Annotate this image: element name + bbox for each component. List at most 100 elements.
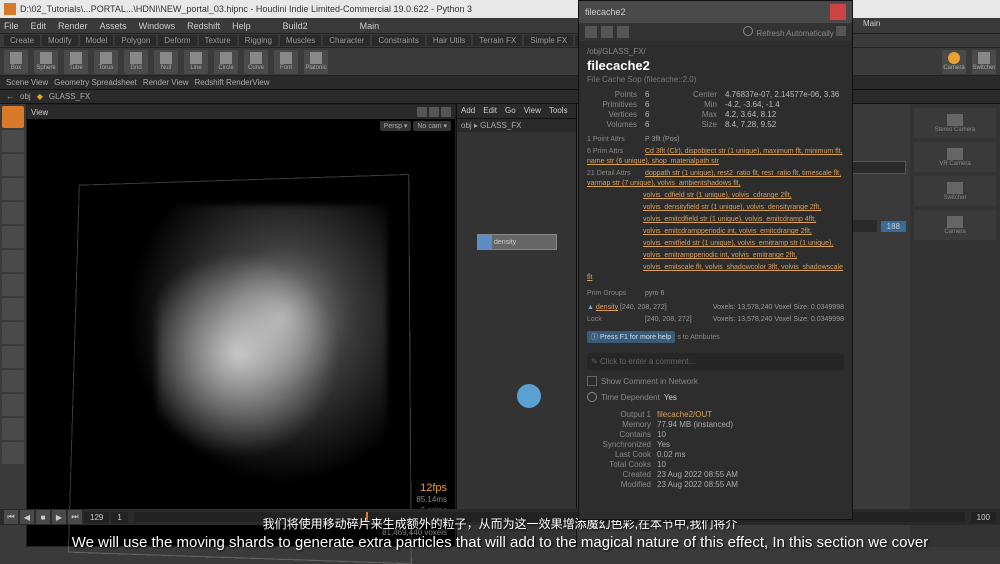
tab-rs-renderview[interactable]: Redshift RenderView bbox=[194, 78, 269, 87]
net-go[interactable]: Go bbox=[505, 106, 516, 116]
comment-input[interactable]: ✎ Click to enter a comment... bbox=[587, 353, 844, 370]
tool-misc3[interactable] bbox=[2, 418, 24, 440]
rail-camera[interactable]: Camera bbox=[914, 210, 996, 240]
shelf-font[interactable]: Font bbox=[274, 50, 298, 74]
network-path[interactable]: obj ▸ GLASS_FX bbox=[457, 118, 576, 132]
shelf-tab[interactable]: Terrain FX bbox=[473, 35, 522, 46]
shelf-tab[interactable]: Muscles bbox=[280, 35, 321, 46]
main-label[interactable]: Main bbox=[360, 21, 380, 31]
tool-misc[interactable] bbox=[2, 370, 24, 392]
shelf-torus[interactable]: Torus bbox=[94, 50, 118, 74]
pin-icon[interactable] bbox=[585, 26, 597, 38]
shelf-tab[interactable]: Create bbox=[4, 35, 40, 46]
shelf-null[interactable]: Null bbox=[154, 50, 178, 74]
rail-stereo-camera[interactable]: Stereo Camera bbox=[914, 108, 996, 138]
persp-dropdown[interactable]: Persp ▾ bbox=[380, 121, 412, 131]
desktop-selector[interactable]: Build2 bbox=[283, 21, 308, 31]
show-comment-checkbox[interactable] bbox=[587, 376, 597, 386]
nocam-dropdown[interactable]: No cam ▾ bbox=[413, 121, 451, 131]
tool-handle[interactable] bbox=[2, 226, 24, 248]
shelf-curve[interactable]: Curve bbox=[244, 50, 268, 74]
node-flag-icon[interactable] bbox=[478, 235, 492, 249]
attr-link[interactable]: volvis_emitscale flt, volvis_shadowcolor… bbox=[587, 264, 843, 281]
shelf-circle[interactable]: Circle bbox=[214, 50, 238, 74]
shelf-tab[interactable]: Hair Utils bbox=[427, 35, 471, 46]
path-obj[interactable]: obj bbox=[20, 92, 31, 101]
tool-view[interactable] bbox=[2, 250, 24, 272]
net-add[interactable]: Add bbox=[461, 106, 475, 116]
shelf-camera[interactable]: Camera bbox=[942, 50, 966, 74]
shelf-tab[interactable]: Model bbox=[80, 35, 114, 46]
tool-misc4[interactable] bbox=[2, 442, 24, 464]
output-link[interactable]: filecache2/OUT bbox=[657, 410, 712, 419]
attr-link[interactable]: volvis_emitcdfield str (1 unique), volvi… bbox=[643, 216, 816, 223]
tool-light[interactable] bbox=[2, 298, 24, 320]
menu-file[interactable]: File bbox=[4, 21, 19, 31]
tool-brush[interactable] bbox=[2, 346, 24, 368]
density-vol-link[interactable]: density bbox=[596, 304, 618, 311]
network-pane[interactable]: Add Edit Go View Tools obj ▸ GLASS_FX de… bbox=[456, 104, 576, 547]
shelf-box[interactable]: Box bbox=[4, 50, 28, 74]
tool-scale[interactable] bbox=[2, 178, 24, 200]
net-view[interactable]: View bbox=[524, 106, 541, 116]
menu-help[interactable]: Help bbox=[232, 21, 251, 31]
tool-rotate[interactable] bbox=[2, 154, 24, 176]
apptab-main[interactable]: Main bbox=[855, 18, 888, 32]
node-density[interactable]: density bbox=[477, 234, 557, 250]
help-chip[interactable]: ⓘ Press F1 for more help bbox=[587, 331, 675, 343]
shelf-tab[interactable]: Modify bbox=[42, 35, 78, 46]
tool-misc2[interactable] bbox=[2, 394, 24, 416]
shelf-tube[interactable]: Tube bbox=[64, 50, 88, 74]
net-edit[interactable]: Edit bbox=[483, 106, 497, 116]
tab-scene-view[interactable]: Scene View bbox=[6, 78, 48, 87]
shelf-grid[interactable]: Grid bbox=[124, 50, 148, 74]
attr-link[interactable]: volvis_emitrampperiodic int, volvis_emit… bbox=[643, 252, 797, 259]
tab-render-view[interactable]: Render View bbox=[143, 78, 189, 87]
shelf-sphere[interactable]: Sphere bbox=[34, 50, 58, 74]
link-icon[interactable] bbox=[617, 26, 629, 38]
path-back[interactable]: ← bbox=[6, 92, 14, 101]
menu-assets[interactable]: Assets bbox=[100, 21, 127, 31]
tool-move[interactable] bbox=[2, 130, 24, 152]
shelf-platonic[interactable]: Platonic bbox=[304, 50, 328, 74]
tool-inspect[interactable] bbox=[2, 274, 24, 296]
net-tools[interactable]: Tools bbox=[549, 106, 568, 116]
shelf-tab[interactable]: Polygon bbox=[115, 35, 156, 46]
frame-value: 188 bbox=[881, 221, 906, 232]
path-node[interactable]: GLASS_FX bbox=[49, 92, 90, 101]
attr-link[interactable]: volvis_emitcdrampperiodic int, volvis_em… bbox=[643, 228, 812, 235]
refresh-label[interactable]: Refresh Automatically bbox=[756, 29, 833, 38]
close-icon[interactable] bbox=[830, 4, 846, 20]
tool-select[interactable] bbox=[2, 106, 24, 128]
shelf-tab[interactable]: Simple FX bbox=[524, 35, 573, 46]
menu-windows[interactable]: Windows bbox=[139, 21, 176, 31]
tab-geo-spreadsheet[interactable]: Geometry Spreadsheet bbox=[54, 78, 137, 87]
shelf-switcher[interactable]: Switcher bbox=[972, 50, 996, 74]
attrs-link[interactable]: s to Attributes bbox=[677, 334, 719, 341]
attr-link[interactable]: volvis_emitfield str (1 unique), volvis_… bbox=[643, 240, 833, 247]
refresh-icon[interactable] bbox=[743, 26, 753, 36]
shelf-tab[interactable]: Deform bbox=[158, 35, 196, 46]
shelf-tab[interactable]: Rigging bbox=[239, 35, 278, 46]
shelf-tab[interactable]: Character bbox=[323, 35, 370, 46]
attr-link[interactable]: volvis_cdfield str (1 unique), volvis_cd… bbox=[643, 192, 792, 199]
attr-link[interactable]: volvis_densityfield str (1 unique), volv… bbox=[643, 204, 821, 211]
shelf-tab[interactable]: Constraints bbox=[372, 35, 424, 46]
rail-vr-camera[interactable]: VR Camera bbox=[914, 142, 996, 172]
menu-render[interactable]: Render bbox=[58, 21, 88, 31]
vp-icon[interactable] bbox=[417, 107, 427, 117]
vp-icon[interactable] bbox=[441, 107, 451, 117]
refresh-toggle-icon[interactable] bbox=[836, 26, 846, 36]
info-tab-title[interactable]: filecache2 bbox=[585, 7, 626, 17]
scene-viewport[interactable]: View Persp ▾ No cam ▾ 12fps 85.14ms 6 pr… bbox=[26, 104, 456, 547]
shelf-tab[interactable]: Texture bbox=[199, 35, 237, 46]
tool-snap[interactable] bbox=[2, 202, 24, 224]
rail-switcher[interactable]: Switcher bbox=[914, 176, 996, 206]
gear-icon[interactable] bbox=[601, 26, 613, 38]
vp-icon[interactable] bbox=[429, 107, 439, 117]
node-filecache[interactable] bbox=[517, 384, 541, 408]
menu-edit[interactable]: Edit bbox=[31, 21, 47, 31]
menu-redshift[interactable]: Redshift bbox=[187, 21, 220, 31]
tool-camera[interactable] bbox=[2, 322, 24, 344]
shelf-line[interactable]: Line bbox=[184, 50, 208, 74]
